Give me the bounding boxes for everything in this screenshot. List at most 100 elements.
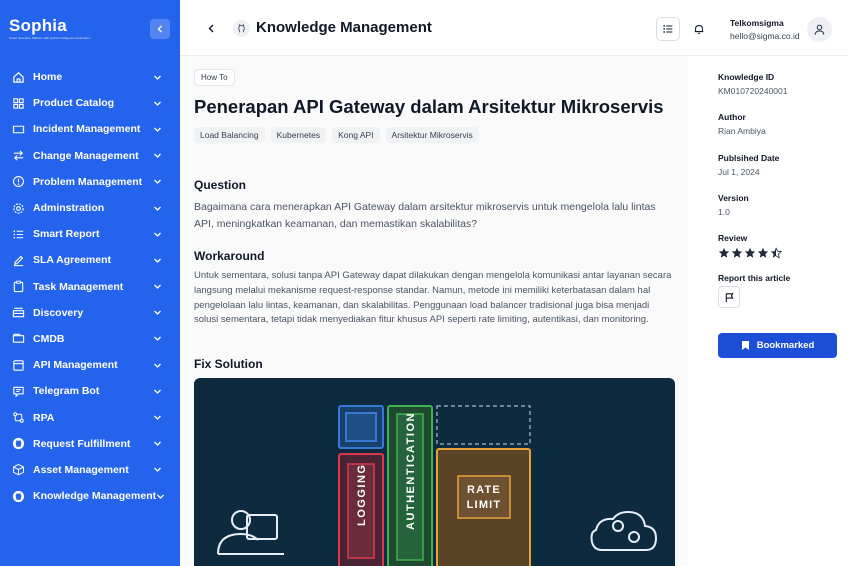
chevron-down-icon [152,308,162,318]
sidebar-item-rpa[interactable]: RPA [0,404,180,430]
chevron-down-icon [152,255,162,265]
tag[interactable]: Arsitektur Mikroservis [385,127,479,143]
logging-plugin: LOGGING [338,453,384,566]
clipboard-icon [11,280,25,294]
chevron-down-icon [152,229,162,239]
version-value: 1.0 [718,207,730,217]
list-icon [663,25,673,33]
github-icon [233,20,250,37]
sidebar-item-product-catalog[interactable]: Product Catalog [0,90,180,116]
empty-slot [436,405,531,445]
list-view-button[interactable] [656,17,680,41]
workaround-body: Untuk sementara, solusi tanpa API Gatewa… [194,270,672,326]
question-body: Bagaimana cara menerapkan API Gateway da… [194,201,656,230]
drawer-icon [11,306,25,320]
knowledge-id-label: Knowledge ID [718,72,775,82]
sidebar-item-discovery[interactable]: Discovery [0,300,180,326]
user-icon [814,24,825,35]
sidebar-item-asset-management[interactable]: Asset Management [0,457,180,483]
authentication-plugin: AUTHENTICATION [387,405,433,566]
sidebar-item-label: API Management [33,359,118,372]
collapse-sidebar-button[interactable] [150,19,170,39]
sidebar-item-change-management[interactable]: Change Management [0,143,180,169]
sidebar-item-knowledge-management[interactable]: Knowledge Management [0,483,180,509]
report-button[interactable] [718,286,740,308]
notification-button[interactable] [687,17,711,41]
bookmark-button[interactable]: Bookmarked [718,333,837,358]
published-date-value: Jul 1, 2024 [718,167,760,177]
sidebar-item-api-management[interactable]: API Management [0,352,180,378]
bookmark-icon [741,340,750,351]
sidebar-item-label: Problem Management [33,175,143,188]
tag[interactable]: Load Balancing [194,127,265,143]
github-icon [11,437,25,451]
sidebar-item-home[interactable]: Home [0,64,180,90]
top-header: Knowledge Management Telkomsigma hello@s… [180,0,848,56]
back-button[interactable] [203,20,219,36]
user-email: hello@sigma.co.id [730,31,800,41]
published-date-label: Publsihed Date [718,153,780,163]
user-laptop-icon [217,510,284,555]
sidebar-item-incident-management[interactable]: Incident Management [0,116,180,142]
star-icon [744,247,756,258]
review-stars [718,247,782,259]
brand-name: Sophia [9,16,67,35]
star-icon [718,247,730,258]
review-label: Review [718,233,748,243]
rate-label: RATE [467,484,501,496]
chevron-down-icon [152,413,162,423]
api-gateway-diagram: LOGGING AUTHENTICATION RATE LIMIT [194,378,675,566]
sidebar-item-label: Asset Management [33,463,129,476]
logging-label: LOGGING [356,464,368,526]
chevron-down-icon [152,465,162,475]
sidebar-item-problem-management[interactable]: Problem Management [0,169,180,195]
chevron-down-icon [152,124,162,134]
window-icon [11,358,25,372]
sidebar-item-smart-report[interactable]: Smart Report [0,221,180,247]
brand-logo[interactable]: Sophia Smart Operation Platform with Hyb… [9,16,91,41]
chevron-down-icon [152,177,162,187]
sidebar-item-task-management[interactable]: Task Management [0,274,180,300]
article-details-panel: Knowledge ID KM010720240001 Author Rian … [705,56,848,372]
rate-limit-plugin: RATE LIMIT [436,448,531,566]
sidebar-item-label: CMDB [33,332,65,345]
article-content: How To Penerapan API Gateway dalam Arsit… [180,56,688,566]
tag[interactable]: Kubernetes [270,127,327,143]
box-icon [11,463,25,477]
sidebar-item-label: Telegram Bot [33,385,100,398]
tag-list: Load Balancing Kubernetes Kong API Arsit… [194,127,479,143]
avatar[interactable] [807,17,832,42]
github-icon [11,489,25,503]
database-icon [11,332,25,346]
chevron-down-icon [152,203,162,213]
sidebar-item-label: Smart Report [33,228,100,241]
sidebar-item-cmdb[interactable]: CMDB [0,326,180,352]
author-value: Rian Ambiya [718,126,766,136]
tag[interactable]: Kong API [332,127,380,143]
chevron-down-icon [152,151,162,161]
pen-icon [11,253,25,267]
sidebar-item-label: Knowledge Management [33,490,157,503]
version-label: Version [718,193,749,203]
category-badge: How To [194,69,235,86]
sidebar-item-label: SLA Agreement [33,254,111,267]
chat-icon [11,384,25,398]
flow-icon [11,411,25,425]
grid-icon [11,96,25,110]
question-heading: Question [194,178,247,192]
sidebar-item-adminstration[interactable]: Adminstration [0,195,180,221]
user-organization: Telkomsigma [730,18,784,28]
report-label: Report this article [718,273,791,283]
sidebar-item-label: Change Management [33,149,139,162]
chevron-down-icon [152,334,162,344]
chevron-down-icon [152,98,162,108]
sidebar-item-request-fulfillment[interactable]: Request Fulfillment [0,431,180,457]
chevron-down-icon [156,491,165,501]
sidebar-nav: Home Product Catalog Incident Management… [0,64,180,509]
article-title: Penerapan API Gateway dalam Arsitektur M… [194,96,664,117]
sidebar-item-telegram-bot[interactable]: Telegram Bot [0,378,180,404]
list-icon [11,227,25,241]
sidebar-item-sla-agreement[interactable]: SLA Agreement [0,247,180,273]
chevron-down-icon [152,72,162,82]
bell-icon [694,25,704,34]
